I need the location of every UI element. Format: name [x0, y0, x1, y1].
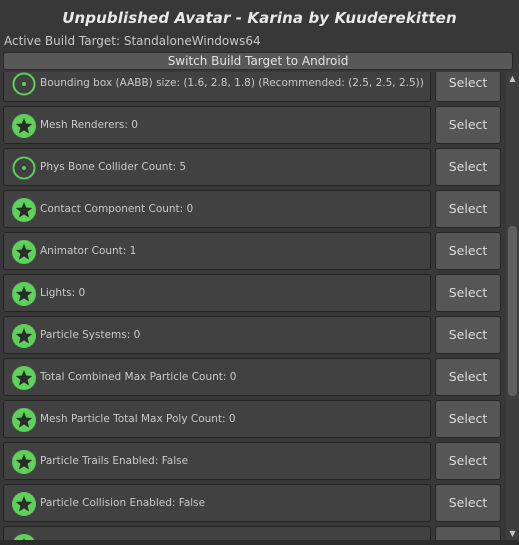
star-icon [12, 450, 36, 474]
select-button[interactable]: Select [435, 358, 501, 396]
stat-row: Contact Component Count: 0 [3, 190, 431, 228]
select-button[interactable]: Select [435, 106, 501, 144]
stat-row-label: Particle Collision Enabled: False [40, 497, 206, 509]
select-button[interactable]: Select [435, 274, 501, 312]
stat-row: Particle Systems: 0 [3, 316, 431, 354]
scrollbar-thumb[interactable] [508, 226, 517, 396]
performance-stats-list[interactable]: Bounding box (AABB) size: (1.6, 2.8, 1.8… [0, 72, 506, 540]
star-icon [12, 324, 36, 348]
star-icon [12, 282, 36, 306]
select-button[interactable]: Select [435, 148, 501, 186]
stat-row: Bounding box (AABB) size: (1.6, 2.8, 1.8… [3, 72, 431, 102]
stat-row: Total Combined Max Particle Count: 0 [3, 358, 431, 396]
window-title: Unpublished Avatar - Karina by Kuudereki… [62, 9, 457, 27]
ring-icon [12, 156, 36, 180]
stat-row: Phys Bone Collider Count: 5 [3, 148, 431, 186]
stat-row-label: Particle Trails Enabled: False [40, 455, 189, 467]
select-button[interactable]: Select [435, 400, 501, 438]
stat-row-label: Lights: 0 [40, 287, 86, 299]
select-button[interactable]: Select [435, 484, 501, 522]
select-button[interactable]: Select [435, 442, 501, 480]
ring-icon [12, 72, 36, 96]
stat-row: Lights: 0 [3, 274, 431, 312]
select-button[interactable] [435, 526, 501, 540]
stat-row-label: Mesh Renderers: 0 [40, 119, 138, 131]
stat-row-label: Bounding box (AABB) size: (1.6, 2.8, 1.8… [40, 77, 424, 89]
stat-row-label: Particle Systems: 0 [40, 329, 141, 341]
window-bottom-edge [0, 540, 519, 545]
star-icon [12, 408, 36, 432]
star-icon [12, 240, 36, 264]
stat-row [3, 526, 431, 540]
stat-row-label: Phys Bone Collider Count: 5 [40, 161, 187, 173]
stat-row: Animator Count: 1 [3, 232, 431, 270]
stat-row-label: Mesh Particle Total Max Poly Count: 0 [40, 413, 236, 425]
select-button[interactable]: Select [435, 190, 501, 228]
select-button[interactable]: Select [435, 232, 501, 270]
vertical-scrollbar[interactable]: ▲ ▼ [506, 72, 519, 540]
stat-row-label: Animator Count: 1 [40, 245, 137, 257]
star-icon [12, 366, 36, 390]
stat-row: Mesh Particle Total Max Poly Count: 0 [3, 400, 431, 438]
star-icon [12, 198, 36, 222]
stat-row-label: Contact Component Count: 0 [40, 203, 194, 215]
switch-build-target-button[interactable]: Switch Build Target to Android [3, 52, 513, 70]
select-button[interactable]: Select [435, 72, 501, 102]
scroll-up-arrow-icon[interactable]: ▲ [506, 73, 519, 85]
stat-row: Particle Collision Enabled: False [3, 484, 431, 522]
active-build-target-label: Active Build Target: StandaloneWindows64 [4, 34, 261, 48]
scroll-down-arrow-icon[interactable]: ▼ [506, 528, 519, 540]
stat-row-label: Total Combined Max Particle Count: 0 [40, 371, 237, 383]
star-icon [12, 492, 36, 516]
stat-row: Mesh Renderers: 0 [3, 106, 431, 144]
stat-row: Particle Trails Enabled: False [3, 442, 431, 480]
select-button[interactable]: Select [435, 316, 501, 354]
star-icon [12, 114, 36, 138]
